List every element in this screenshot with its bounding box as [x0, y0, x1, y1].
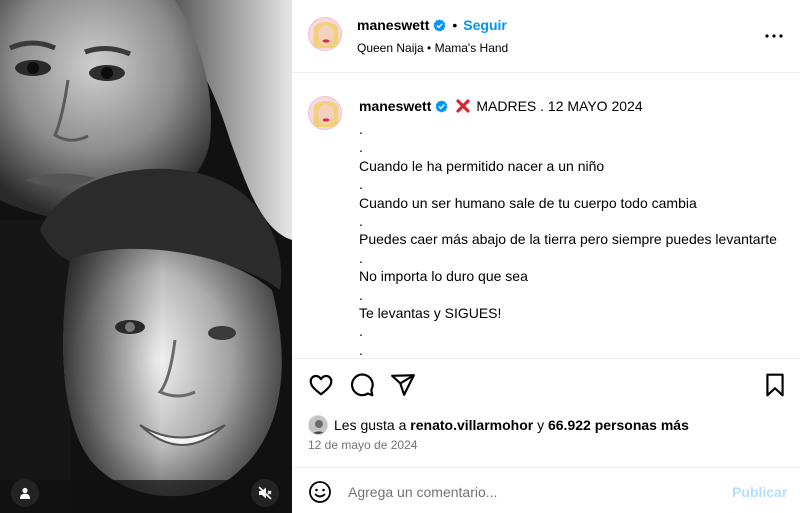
caption-section: maneswett MADRES . 12 MAYO 2024 . . Cuan… [292, 74, 800, 359]
post-actions [292, 360, 800, 410]
caption-author-username[interactable]: maneswett [359, 98, 431, 114]
caption-line: Te levantas y SIGUES! [359, 305, 502, 322]
save-button[interactable] [762, 372, 788, 398]
speaker-muted-icon [258, 486, 272, 500]
comment-input[interactable] [348, 480, 718, 504]
separator-dot: • [452, 17, 458, 33]
caption-line: . [359, 286, 363, 303]
caption-avatar-image [309, 97, 341, 129]
caption-line: . [359, 176, 363, 193]
caption-line: Cuando le ha permitido nacer a un niño [359, 157, 605, 174]
verified-badge-icon [435, 99, 448, 112]
caption-line: No importa lo duro que sea [359, 268, 528, 285]
publish-comment-button[interactable]: Publicar [732, 484, 787, 500]
caption-line: . [359, 139, 363, 156]
caption-line: . [359, 323, 363, 340]
likes-count[interactable]: 66.922 personas más [548, 417, 689, 433]
more-options-icon [765, 34, 783, 38]
caption-body: . . Cuando le ha permitido nacer a un ni… [359, 120, 789, 358]
likes-prefix: Les gusta a [334, 417, 407, 433]
add-comment-bar: Publicar [292, 467, 800, 513]
liker-username[interactable]: renato.villarmohor [410, 417, 533, 433]
liker-avatar-image [309, 416, 327, 434]
person-tag-icon [20, 487, 30, 499]
post-details-panel: maneswett • Seguir Queen Naija • Mama's … [292, 0, 800, 513]
comment-button[interactable] [349, 372, 375, 398]
post-date[interactable]: 12 de mayo de 2024 [308, 438, 417, 452]
author-username[interactable]: maneswett [357, 17, 429, 33]
caption-line: . [359, 249, 363, 266]
tagged-people-button[interactable] [11, 479, 39, 507]
author-avatar-image [309, 18, 341, 50]
audio-track-link[interactable]: Queen Naija • Mama's Hand [357, 41, 508, 55]
post-header: maneswett • Seguir Queen Naija • Mama's … [292, 0, 800, 73]
more-options-button[interactable] [762, 24, 786, 48]
mute-audio-button[interactable] [251, 479, 279, 507]
comment-bubble-icon [351, 373, 374, 397]
bookmark-icon [766, 373, 784, 397]
caption-line: . [359, 341, 363, 358]
liker-avatar[interactable] [308, 415, 328, 435]
caption-line: Cuando un ser humano sale de tu cuerpo t… [359, 194, 697, 211]
smiley-icon [309, 481, 331, 503]
share-button[interactable] [390, 372, 416, 398]
post-media[interactable] [0, 0, 292, 513]
caption-line: . [359, 213, 363, 230]
likes-conjunction: y [537, 417, 545, 433]
cross-mark-emoji-icon [456, 99, 470, 113]
caption-line: . [359, 121, 363, 137]
author-avatar[interactable] [308, 17, 342, 51]
paper-plane-icon [391, 374, 415, 396]
heart-icon [309, 374, 333, 396]
emoji-picker-button[interactable] [308, 480, 332, 504]
like-button[interactable] [308, 372, 334, 398]
caption-title: MADRES . 12 MAYO 2024 [476, 98, 643, 114]
follow-button[interactable]: Seguir [463, 17, 507, 33]
post-photo [0, 0, 292, 513]
verified-badge-icon [433, 18, 446, 31]
caption-line: Puedes caer más abajo de la tierra pero … [359, 231, 777, 248]
likes-summary: Les gusta a renato.villarmohor y 66.922 … [308, 414, 689, 436]
caption-author-avatar[interactable] [308, 96, 342, 130]
